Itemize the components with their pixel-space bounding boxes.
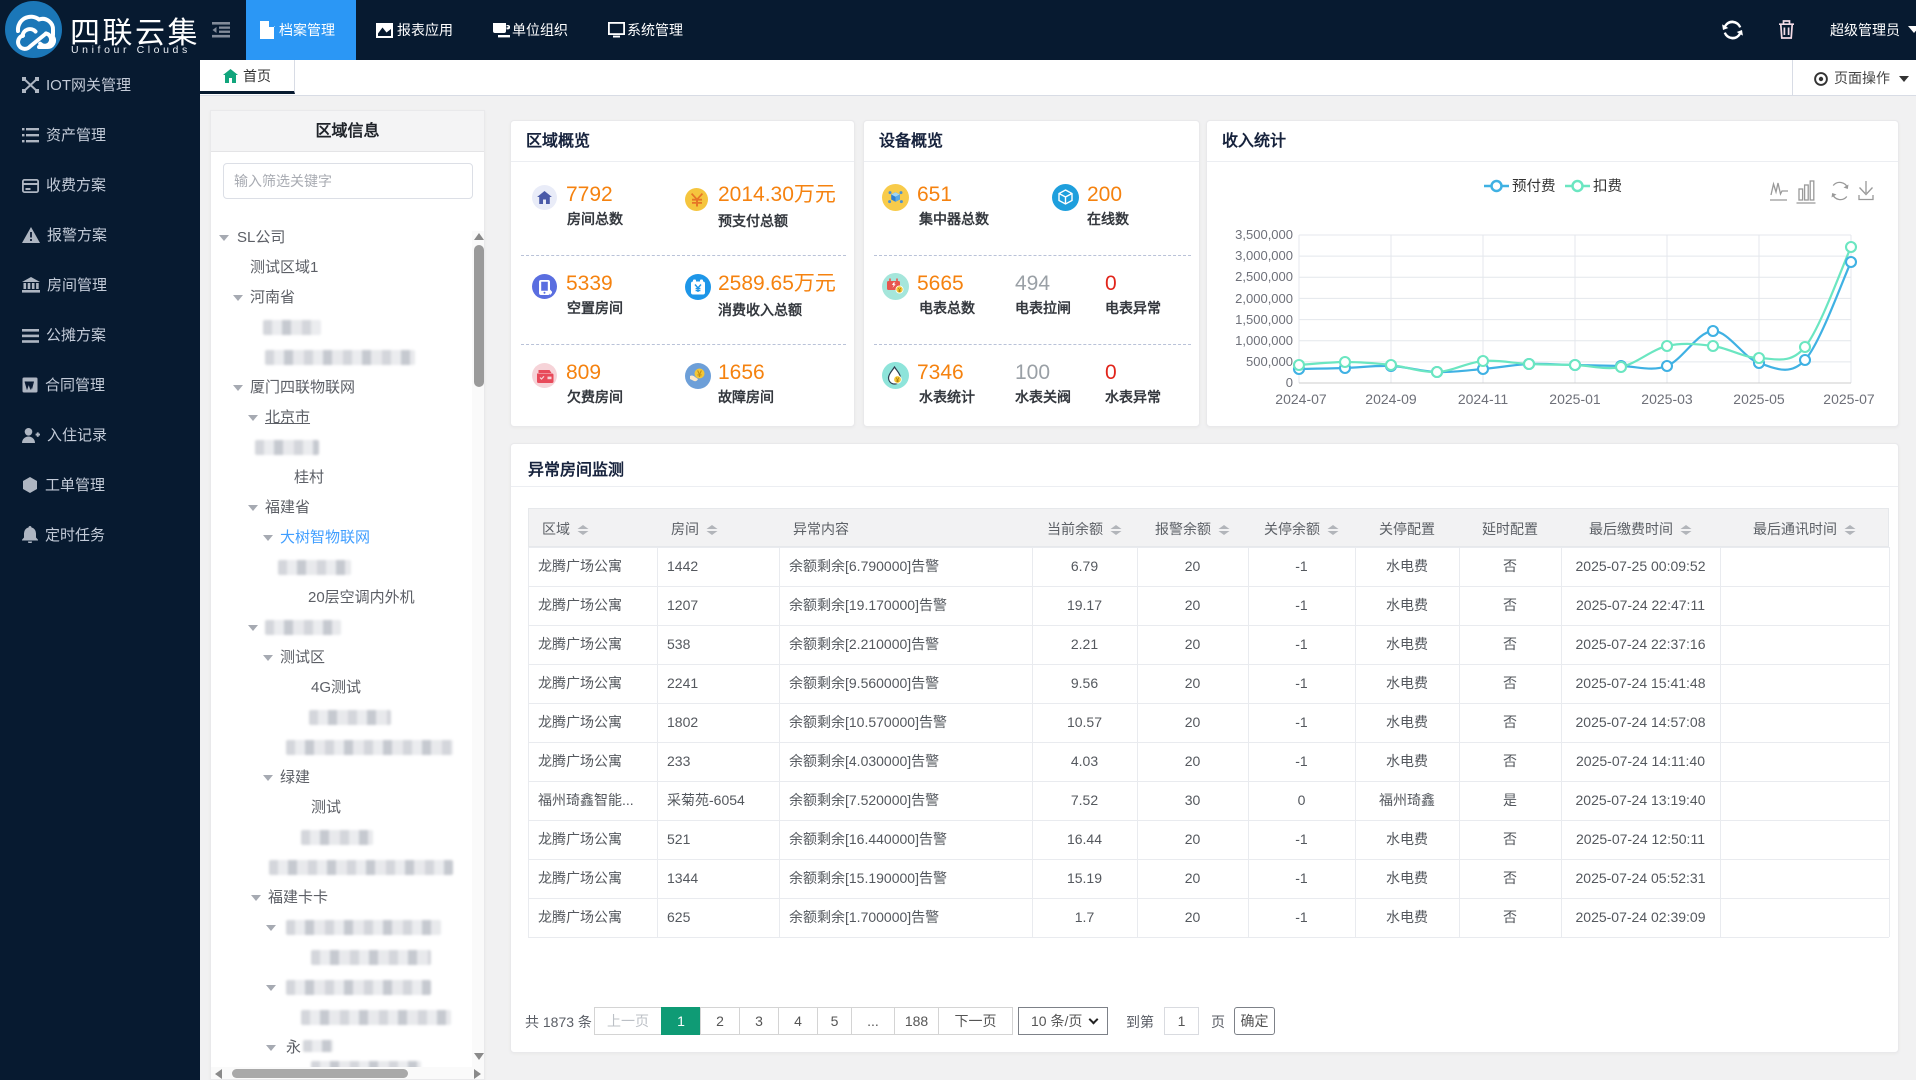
svg-text:500,000: 500,000 (1246, 354, 1293, 369)
svg-text:2024-07: 2024-07 (1275, 391, 1327, 407)
svg-text:2025-05: 2025-05 (1733, 391, 1785, 407)
svg-text:2,000,000: 2,000,000 (1235, 291, 1293, 306)
svg-text:2024-09: 2024-09 (1365, 391, 1417, 407)
svg-text:2024-11: 2024-11 (1458, 391, 1509, 407)
svg-text:3,500,000: 3,500,000 (1235, 227, 1293, 242)
svg-text:2025-03: 2025-03 (1641, 391, 1693, 407)
svg-text:3,000,000: 3,000,000 (1235, 248, 1293, 263)
svg-text:0: 0 (1286, 375, 1293, 390)
svg-text:1,500,000: 1,500,000 (1235, 312, 1293, 327)
svg-text:预付费: 预付费 (1512, 178, 1556, 195)
svg-text:2025-01: 2025-01 (1549, 391, 1601, 407)
svg-text:2025-07: 2025-07 (1823, 391, 1875, 407)
svg-text:扣费: 扣费 (1593, 178, 1622, 195)
svg-text:2,500,000: 2,500,000 (1235, 269, 1293, 284)
svg-text:¥: ¥ (697, 369, 702, 379)
svg-text:1,000,000: 1,000,000 (1235, 333, 1293, 348)
